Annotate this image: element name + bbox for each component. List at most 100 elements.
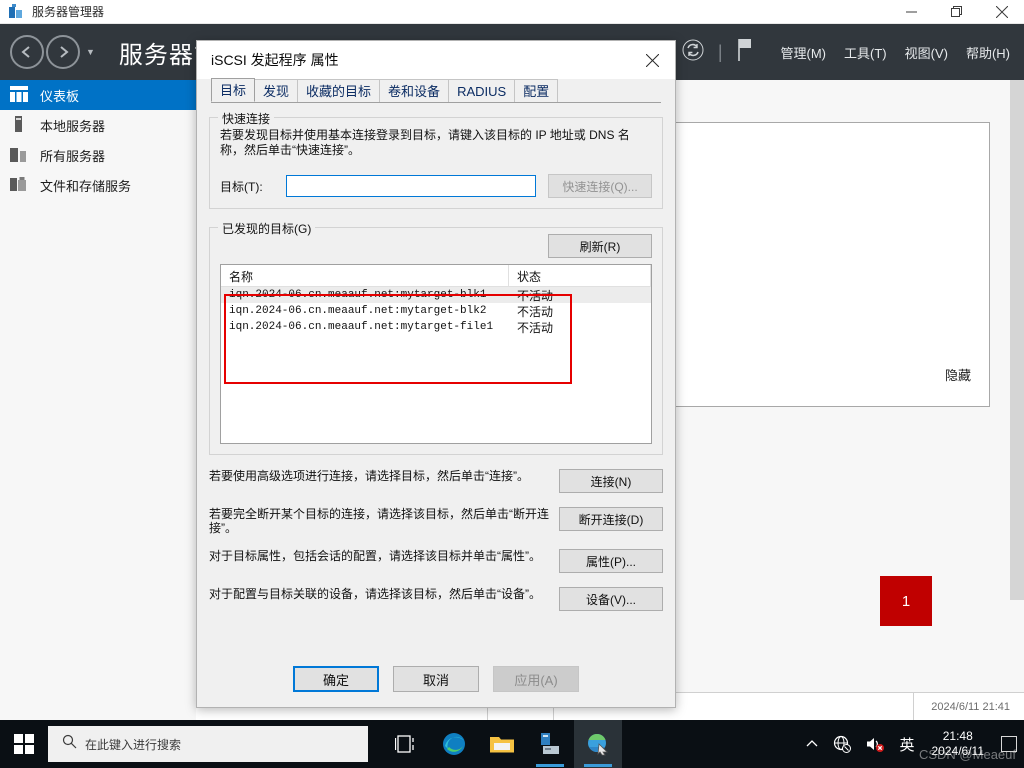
menu-tools[interactable]: 工具(T) [844,43,887,62]
discovered-targets-group: 已发现的目标(G) 刷新(R) 名称 状态 iqn.2024-06.cn.mea… [209,220,663,455]
close-icon[interactable] [630,41,675,79]
window-title: 服务器管理器 [32,5,105,19]
quick-connect-description: 若要发现目标并使用基本连接登录到目标，请键入该目标的 IP 地址或 DNS 名称… [220,128,630,157]
notifications-flag-icon[interactable] [736,37,756,68]
quick-connect-legend: 快速连接 [218,110,275,127]
sidebar-item-label: 仪表板 [40,88,80,104]
tab-discovery[interactable]: 发现 [254,79,299,102]
devices-description: 对于配置与目标关联的设备，请选择该目标，然后单击“设备”。 [209,587,541,601]
target-state: 不活动 [517,288,554,303]
screen: 服务器管理器 ▼ 服务器管理器 | 管理(M) 工具(T) 视图(V) 帮助(H… [0,0,1024,768]
discovered-targets-listview[interactable]: 名称 状态 iqn.2024-06.cn.meaauf.net:mytarget… [220,264,652,444]
action-center-icon[interactable] [994,736,1024,752]
target-name: iqn.2024-06.cn.meaauf.net:mytarget-blk2 [229,305,487,317]
apply-button[interactable]: 应用(A) [493,666,579,692]
sidebar: 仪表板 本地服务器 所有服务器 文件和存储服务 [0,80,196,720]
quick-connect-button[interactable]: 快速连接(Q)... [548,174,652,198]
network-offline-icon[interactable] [826,735,858,753]
header-actions: | 管理(M) 工具(T) 视图(V) 帮助(H) [674,37,1024,68]
search-placeholder-text: 在此键入进行搜索 [85,737,182,752]
target-input[interactable] [286,175,536,197]
status-date: 2024/6/11 21:41 [931,700,1010,713]
close-icon[interactable] [979,0,1024,24]
column-header-state[interactable]: 状态 [509,265,651,287]
column-header-name[interactable]: 名称 [221,265,509,287]
hide-link[interactable]: 隐藏 [945,365,971,384]
windows-start-icon[interactable] [0,720,48,768]
discovered-targets-listview-wrap: 名称 状态 iqn.2024-06.cn.meaauf.net:mytarget… [220,264,652,444]
dashboard-tile: 隐藏 [660,122,990,407]
clock-date: 2024/6/11 [931,744,985,758]
target-name: iqn.2024-06.cn.meaauf.net:mytarget-blk1 [229,289,487,301]
sidebar-item-all-servers[interactable]: 所有服务器 [0,140,196,170]
refresh-button[interactable]: 刷新(R) [548,234,652,258]
server-manager-icon [8,3,24,20]
sidebar-item-label: 所有服务器 [40,148,106,164]
file-storage-icon [10,176,32,194]
tab-volumes-devices[interactable]: 卷和设备 [379,79,450,102]
connect-action-row: 若要使用高级选项进行连接，请选择目标，然后单击“连接”。 连接(N) [209,469,663,493]
target-label: 目标(T): [220,179,263,194]
content-scrollbar[interactable] [1010,80,1024,600]
minimize-icon[interactable] [889,0,934,24]
cancel-button[interactable]: 取消 [393,666,479,692]
table-row[interactable]: iqn.2024-06.cn.meaauf.net:mytarget-file1… [221,319,651,335]
menu-help[interactable]: 帮助(H) [966,43,1010,62]
target-row: 目标(T): 快速连接(Q)... [220,174,652,198]
taskbar-clock[interactable]: 21:48 2024/6/11 [922,729,995,759]
ime-indicator[interactable]: 英 [892,734,921,755]
connect-description: 若要使用高级选项进行连接，请选择目标，然后单击“连接”。 [209,469,529,483]
tab-configuration[interactable]: 配置 [514,79,559,102]
restore-icon[interactable] [934,0,979,24]
connect-button[interactable]: 连接(N) [559,469,663,493]
back-icon[interactable] [10,35,44,69]
menu-manage[interactable]: 管理(M) [781,43,827,62]
volume-muted-icon[interactable] [858,735,892,753]
devices-action-row: 对于配置与目标关联的设备，请选择该目标，然后单击“设备”。 设备(V)... [209,587,663,611]
task-view-icon[interactable] [382,720,430,768]
table-row[interactable]: iqn.2024-06.cn.meaauf.net:mytarget-blk1 … [221,287,651,303]
clock-time: 21:48 [942,729,973,743]
target-name: iqn.2024-06.cn.meaauf.net:mytarget-file1 [229,321,494,333]
refresh-icon[interactable] [681,38,705,67]
taskbar: 在此键入进行搜索 英 21:48 2024/6/11 [0,720,1024,768]
listview-header: 名称 状态 [221,265,651,287]
search-input[interactable]: 在此键入进行搜索 [48,726,368,762]
dashboard-icon [10,86,32,104]
tab-targets[interactable]: 目标 [211,78,256,102]
devices-button[interactable]: 设备(V)... [559,587,663,611]
header-separator: | [717,41,723,62]
dialog-tabs: 目标 发现 收藏的目标 卷和设备 RADIUS 配置 [211,78,661,103]
iscsi-initiator-icon[interactable] [574,720,622,768]
sidebar-item-label: 本地服务器 [40,118,106,134]
sidebar-item-file-storage[interactable]: 文件和存储服务 [0,170,196,200]
sidebar-item-local-server[interactable]: 本地服务器 [0,110,196,140]
sidebar-item-dashboard[interactable]: 仪表板 [0,80,196,110]
dialog-footer: 确定 取消 应用(A) [197,651,675,707]
chevron-down-icon[interactable]: ▼ [86,47,95,57]
dialog-title: iSCSI 发起程序 属性 [211,52,339,68]
file-explorer-icon[interactable] [478,720,526,768]
properties-description: 对于目标属性，包括会话的配置，请选择该目标并单击“属性”。 [209,549,541,563]
forward-icon[interactable] [46,35,80,69]
disconnect-description: 若要完全断开某个目标的连接，请选择该目标，然后单击“断开连接”。 [209,507,549,535]
menu-view[interactable]: 视图(V) [905,43,948,62]
edge-icon[interactable] [430,720,478,768]
search-icon [62,734,77,754]
sidebar-item-label: 文件和存储服务 [40,178,132,194]
local-server-icon [10,116,32,134]
properties-action-row: 对于目标属性，包括会话的配置，请选择该目标并单击“属性”。 属性(P)... [209,549,663,573]
tab-radius[interactable]: RADIUS [448,79,516,102]
tab-favorite-targets[interactable]: 收藏的目标 [297,79,381,102]
properties-button[interactable]: 属性(P)... [559,549,663,573]
disconnect-action-row: 若要完全断开某个目标的连接，请选择该目标，然后单击“断开连接”。 断开连接(D) [209,507,663,535]
target-state: 不活动 [517,320,554,335]
show-hidden-icons-chevron[interactable] [798,737,826,751]
disconnect-button[interactable]: 断开连接(D) [559,507,663,531]
server-manager-taskbar-icon[interactable] [526,720,574,768]
table-row[interactable]: iqn.2024-06.cn.meaauf.net:mytarget-blk2 … [221,303,651,319]
ok-button[interactable]: 确定 [293,666,379,692]
navigation-arrows: ▼ [10,35,95,69]
alert-count-tile[interactable]: 1 [880,576,932,626]
window-controls [889,0,1024,24]
